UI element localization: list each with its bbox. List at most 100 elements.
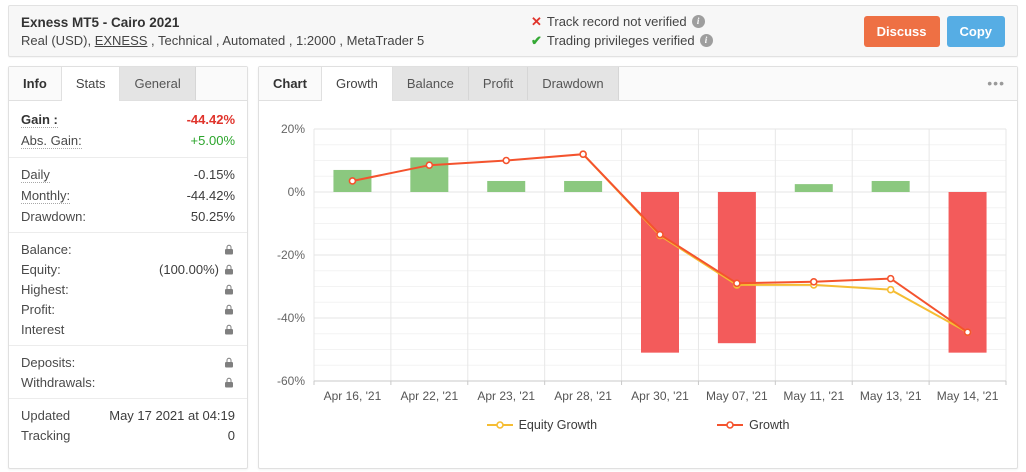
divider (9, 232, 247, 233)
data-point-marker (348, 177, 357, 185)
svg-text:Apr 23, '21: Apr 23, '21 (477, 389, 535, 403)
gain-bar (564, 180, 603, 192)
options-menu-icon[interactable]: ••• (987, 67, 1005, 99)
gain-bar (717, 192, 756, 344)
stat-value: +5.00% (191, 133, 235, 148)
stat-value (223, 243, 235, 256)
stat-label: Tracking (21, 427, 71, 443)
data-point-marker (579, 150, 587, 159)
stat-row: Daily -0.15% (21, 164, 235, 185)
stat-label: Updated (21, 407, 71, 423)
lock-icon (225, 284, 233, 294)
divider (9, 345, 247, 346)
svg-text:Apr 30, '21: Apr 30, '21 (631, 389, 689, 403)
tab-general[interactable]: General (120, 67, 196, 100)
svg-text:Apr 28, '21: Apr 28, '21 (554, 389, 612, 403)
gain-bar (487, 180, 526, 192)
track-record-text: Track record not verified (546, 14, 687, 29)
legend-item-growth[interactable]: Growth (717, 418, 789, 432)
svg-text:May 14, '21: May 14, '21 (937, 389, 999, 403)
privileges-row: ✔ Trading privileges verified i (531, 31, 864, 50)
svg-text:-40%: -40% (277, 311, 305, 325)
stat-label: Interest (21, 321, 65, 337)
stat-value-text: +5.00% (190, 133, 235, 148)
discuss-button[interactable]: Discuss (863, 15, 940, 47)
broker-link[interactable]: EXNESS (95, 33, 148, 48)
legend-label: Equity Growth (518, 418, 598, 432)
gain-bar (641, 192, 679, 353)
stat-label: Equity: (21, 261, 61, 277)
lock-icon (225, 324, 233, 334)
track-record-row: ✕ Track record not verified i (531, 12, 864, 31)
cross-icon: ✕ (531, 14, 542, 29)
stat-value: -0.15% (194, 167, 235, 182)
stats-card-tabs: Info Stats General (9, 67, 247, 101)
check-icon: ✔ (531, 33, 542, 48)
data-point-marker (886, 274, 895, 283)
lock-icon (225, 264, 233, 274)
tab-balance[interactable]: Balance (392, 67, 469, 100)
lock-icon (225, 244, 233, 254)
stat-value (223, 283, 235, 296)
stat-label: Drawdown: (21, 208, 87, 224)
stat-row: Drawdown: 50.25% (21, 206, 235, 226)
stat-value: 50.25% (191, 209, 235, 224)
stat-row: Profit: (21, 299, 235, 319)
chart-card: Chart Growth Balance Profit Drawdown ••• 20% 0… (258, 66, 1018, 469)
stat-label: Abs. Gain: (21, 132, 82, 149)
stat-value: (100.00%) (159, 262, 235, 277)
stat-value-text: May 17 2021 at 04:19 (109, 407, 235, 423)
divider (9, 157, 247, 158)
stat-label: Gain : (21, 111, 58, 128)
tab-chart[interactable]: Chart (259, 67, 321, 100)
stat-row: Monthly: -44.42% (21, 185, 235, 206)
svg-text:-60%: -60% (277, 374, 305, 388)
stat-value (223, 303, 235, 316)
info-icon[interactable]: i (699, 34, 713, 47)
info-icon[interactable]: i (691, 15, 705, 28)
stat-value (223, 323, 235, 336)
tab-stats[interactable]: Stats (60, 67, 121, 101)
stats-list: Gain : -44.42% Abs. Gain: +5.00% Daily -0.15%… (9, 101, 247, 445)
stat-row: Updated May 17 2021 at 04:19 (21, 405, 235, 425)
subtitle-suffix: , Technical , Automated , 1:2000 , MetaT… (147, 32, 425, 48)
tab-growth[interactable]: Growth (320, 67, 393, 101)
stat-value-text: 50.25% (190, 208, 235, 224)
stat-label: Withdrawals: (21, 374, 96, 390)
lock-icon (225, 377, 233, 387)
chart-legend: Equity Growth Growth (259, 418, 1017, 432)
stat-value-text: -44.42% (186, 112, 235, 127)
tab-info[interactable]: Info (9, 67, 61, 100)
stat-value-text: 0 (227, 427, 235, 443)
stat-value (223, 356, 235, 369)
stat-row: Interest (21, 319, 235, 339)
growth-chart-area: 20% 0% -20% -40% -60% Apr 16, '21 Apr 22, '21 A… (259, 101, 1017, 432)
gain-bar (794, 184, 833, 192)
svg-text:Apr 16, '21: Apr 16, '21 (324, 389, 382, 403)
stat-value (223, 376, 235, 389)
lock-icon (225, 357, 233, 367)
svg-text:0%: 0% (288, 185, 306, 199)
stat-row: Highest: (21, 279, 235, 299)
stat-label: Deposits: (21, 354, 76, 370)
header-buttons: Discuss Copy (863, 15, 1005, 47)
tab-profit[interactable]: Profit (468, 67, 529, 100)
account-title-block: Exness MT5 - Cairo 2021 Real (USD), EXNE… (21, 13, 531, 50)
stat-label: Daily (21, 166, 50, 183)
data-point-marker (656, 230, 664, 239)
stats-card: Info Stats General Gain : -44.42% Abs. Gain:… (8, 66, 248, 469)
stat-row: Deposits: (21, 352, 235, 372)
stat-value: -44.42% (187, 188, 235, 203)
myfxbook-account-page: Exness MT5 - Cairo 2021 Real (USD), EXNE… (0, 0, 1026, 472)
growth-chart: 20% 0% -20% -40% -60% Apr 16, '21 Apr 22, '21 A… (259, 109, 1017, 414)
chart-card-tabs: Chart Growth Balance Profit Drawdown ••• (259, 67, 1017, 101)
copy-button[interactable]: Copy (946, 15, 1005, 47)
stat-label: Highest: (21, 281, 69, 297)
tab-drawdown[interactable]: Drawdown (528, 67, 619, 100)
data-point-marker (886, 285, 895, 294)
legend-item-equity-growth[interactable]: Equity Growth (486, 418, 598, 432)
verification-badges: ✕ Track record not verified i ✔ Trading … (531, 12, 864, 50)
stat-value: -44.42% (187, 112, 235, 127)
legend-marker-icon (486, 421, 513, 429)
stat-row: Tracking 0 (21, 425, 235, 445)
